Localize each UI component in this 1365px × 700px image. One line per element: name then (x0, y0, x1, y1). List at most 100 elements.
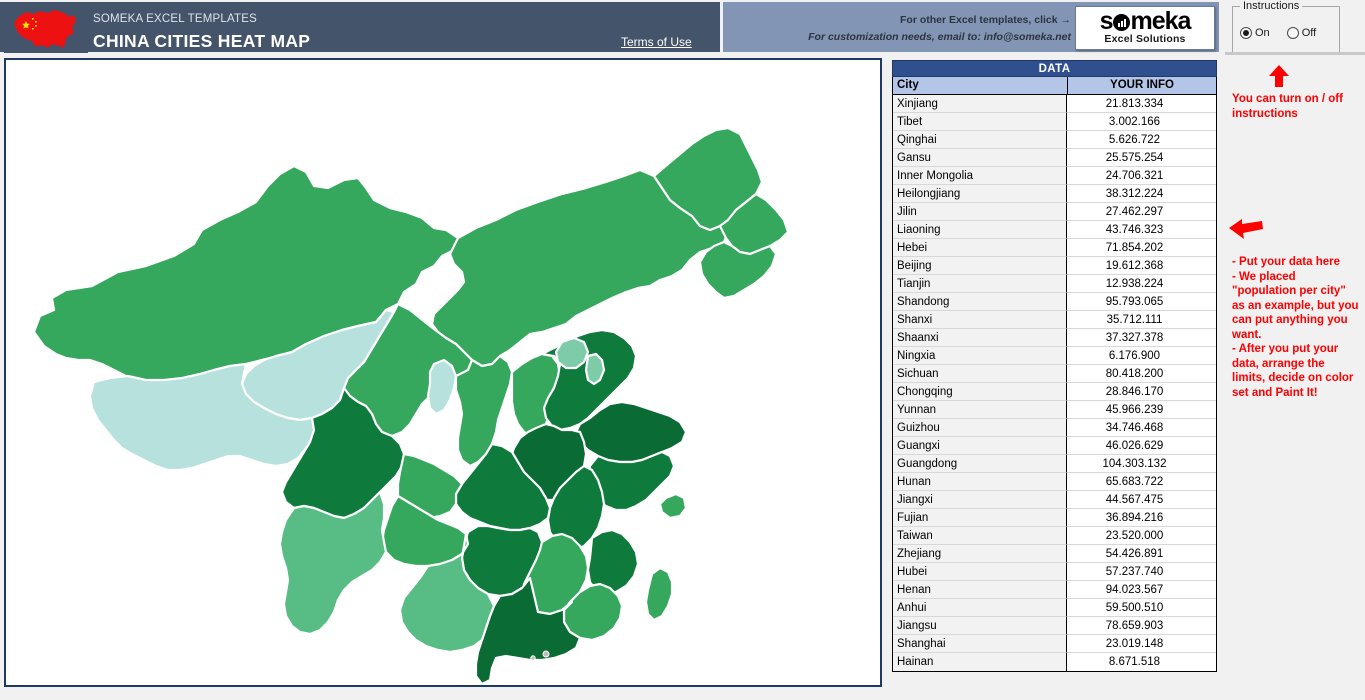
cell-value[interactable]: 28.846.170 (1067, 383, 1216, 401)
cell-city[interactable]: Shandong (893, 293, 1067, 311)
table-row[interactable]: Hunan 65.683.722 (893, 473, 1216, 491)
cell-city[interactable]: Xinjiang (893, 95, 1067, 113)
table-row[interactable]: Gansu 25.575.254 (893, 149, 1216, 167)
cell-city[interactable]: Gansu (893, 149, 1067, 167)
cell-value[interactable]: 35.712.111 (1067, 311, 1216, 329)
cell-value[interactable]: 5.626.722 (1067, 131, 1216, 149)
cell-value[interactable]: 27.462.297 (1067, 203, 1216, 221)
table-row[interactable]: Tibet 3.002.166 (893, 113, 1216, 131)
cell-value[interactable]: 6.176.900 (1067, 347, 1216, 365)
cell-city[interactable]: Hainan (893, 653, 1067, 671)
cell-value[interactable]: 43.746.323 (1067, 221, 1216, 239)
region-shanghai[interactable] (658, 492, 688, 520)
table-row[interactable]: Zhejiang 54.426.891 (893, 545, 1216, 563)
cell-city[interactable]: Zhejiang (893, 545, 1067, 563)
cell-city[interactable]: Shanghai (893, 635, 1067, 653)
region-taiwan[interactable] (644, 566, 674, 622)
table-row[interactable]: Taiwan 23.520.000 (893, 527, 1216, 545)
cell-value[interactable]: 25.575.254 (1067, 149, 1216, 167)
table-row[interactable]: Sichuan 80.418.200 (893, 365, 1216, 383)
table-row[interactable]: Anhui 59.500.510 (893, 599, 1216, 617)
cell-value[interactable]: 94.023.567 (1067, 581, 1216, 599)
cell-city[interactable]: Tianjin (893, 275, 1067, 293)
cell-value[interactable]: 21.813.334 (1067, 95, 1216, 113)
cell-city[interactable]: Taiwan (893, 527, 1067, 545)
cell-value[interactable]: 59.500.510 (1067, 599, 1216, 617)
cell-city[interactable]: Hubei (893, 563, 1067, 581)
table-row[interactable]: Hainan 8.671.518 (893, 653, 1216, 671)
cell-city[interactable]: Shanxi (893, 311, 1067, 329)
table-row[interactable]: Shanxi 35.712.111 (893, 311, 1216, 329)
cell-value[interactable]: 36.894.216 (1067, 509, 1216, 527)
cell-city[interactable]: Heilongjiang (893, 185, 1067, 203)
cell-city[interactable]: Liaoning (893, 221, 1067, 239)
table-row[interactable]: Hebei 71.854.202 (893, 239, 1216, 257)
table-row[interactable]: Henan 94.023.567 (893, 581, 1216, 599)
table-row[interactable]: Ningxia 6.176.900 (893, 347, 1216, 365)
cell-value[interactable]: 23.019.148 (1067, 635, 1216, 653)
cell-city[interactable]: Guizhou (893, 419, 1067, 437)
table-row[interactable]: Guizhou 34.746.468 (893, 419, 1216, 437)
table-row[interactable]: Liaoning 43.746.323 (893, 221, 1216, 239)
cell-value[interactable]: 46.026.629 (1067, 437, 1216, 455)
table-row[interactable]: Qinghai 5.626.722 (893, 131, 1216, 149)
table-row[interactable]: Guangxi 46.026.629 (893, 437, 1216, 455)
table-row[interactable]: Jiangxi 44.567.475 (893, 491, 1216, 509)
cell-city[interactable]: Ningxia (893, 347, 1067, 365)
instructions-on-radio[interactable]: On (1240, 27, 1270, 39)
table-row[interactable]: Jilin 27.462.297 (893, 203, 1216, 221)
cell-city[interactable]: Hunan (893, 473, 1067, 491)
table-row[interactable]: Tianjin 12.938.224 (893, 275, 1216, 293)
region-tianjin[interactable] (584, 352, 606, 386)
cell-city[interactable]: Jilin (893, 203, 1067, 221)
table-row[interactable]: Shaanxi 37.327.378 (893, 329, 1216, 347)
cell-value[interactable]: 95.793.065 (1067, 293, 1216, 311)
cell-city[interactable]: Inner Mongolia (893, 167, 1067, 185)
cell-city[interactable]: Yunnan (893, 401, 1067, 419)
table-row[interactable]: Xinjiang 21.813.334 (893, 95, 1216, 113)
someka-logo[interactable]: s meka Excel Solutions (1075, 6, 1215, 50)
cell-city[interactable]: Sichuan (893, 365, 1067, 383)
cell-city[interactable]: Guangxi (893, 437, 1067, 455)
instructions-off-radio[interactable]: Off (1286, 27, 1316, 39)
terms-of-use-link[interactable]: Terms of Use (621, 35, 692, 49)
cell-value[interactable]: 57.237.740 (1067, 563, 1216, 581)
table-row[interactable]: Hubei 57.237.740 (893, 563, 1216, 581)
cell-city[interactable]: Jiangsu (893, 617, 1067, 635)
cell-value[interactable]: 80.418.200 (1067, 365, 1216, 383)
table-row[interactable]: Guangdong 104.303.132 (893, 455, 1216, 473)
cell-value[interactable]: 71.854.202 (1067, 239, 1216, 257)
table-row[interactable]: Fujian 36.894.216 (893, 509, 1216, 527)
region-beijing[interactable] (554, 336, 590, 370)
cell-value[interactable]: 104.303.132 (1067, 455, 1216, 473)
china-provinces-heat-map[interactable] (4, 58, 882, 687)
cell-value[interactable]: 23.520.000 (1067, 527, 1216, 545)
cell-value[interactable]: 78.659.903 (1067, 617, 1216, 635)
cell-city[interactable]: Henan (893, 581, 1067, 599)
table-row[interactable]: Yunnan 45.966.239 (893, 401, 1216, 419)
cell-value[interactable]: 44.567.475 (1067, 491, 1216, 509)
cell-value[interactable]: 24.706.321 (1067, 167, 1216, 185)
cell-city[interactable]: Qinghai (893, 131, 1067, 149)
cell-value[interactable]: 38.312.224 (1067, 185, 1216, 203)
cell-value[interactable]: 34.746.468 (1067, 419, 1216, 437)
region-liaoning[interactable] (698, 240, 778, 300)
cell-city[interactable]: Shaanxi (893, 329, 1067, 347)
cell-value[interactable]: 12.938.224 (1067, 275, 1216, 293)
cell-value[interactable]: 45.966.239 (1067, 401, 1216, 419)
region-ningxia[interactable] (426, 358, 458, 416)
cell-city[interactable]: Beijing (893, 257, 1067, 275)
cell-value[interactable]: 3.002.166 (1067, 113, 1216, 131)
cell-city[interactable]: Hebei (893, 239, 1067, 257)
cell-city[interactable]: Jiangxi (893, 491, 1067, 509)
table-row[interactable]: Shanghai 23.019.148 (893, 635, 1216, 653)
cell-city[interactable]: Fujian (893, 509, 1067, 527)
cell-value[interactable]: 37.327.378 (1067, 329, 1216, 347)
cell-value[interactable]: 8.671.518 (1067, 653, 1216, 671)
cell-city[interactable]: Anhui (893, 599, 1067, 617)
cell-value[interactable]: 54.426.891 (1067, 545, 1216, 563)
table-row[interactable]: Chongqing 28.846.170 (893, 383, 1216, 401)
table-row[interactable]: Heilongjiang 38.312.224 (893, 185, 1216, 203)
cell-city[interactable]: Guangdong (893, 455, 1067, 473)
table-row[interactable]: Inner Mongolia 24.706.321 (893, 167, 1216, 185)
